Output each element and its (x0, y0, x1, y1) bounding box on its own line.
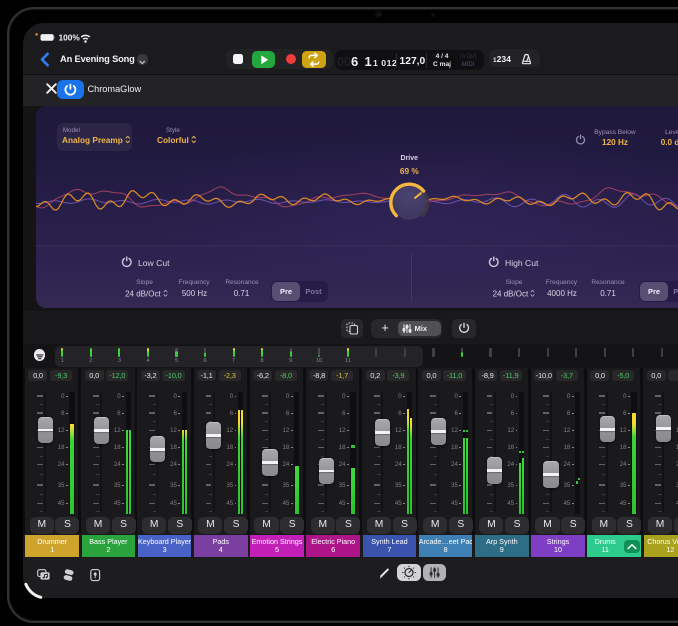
svg-text:100%: 100% (59, 33, 81, 43)
